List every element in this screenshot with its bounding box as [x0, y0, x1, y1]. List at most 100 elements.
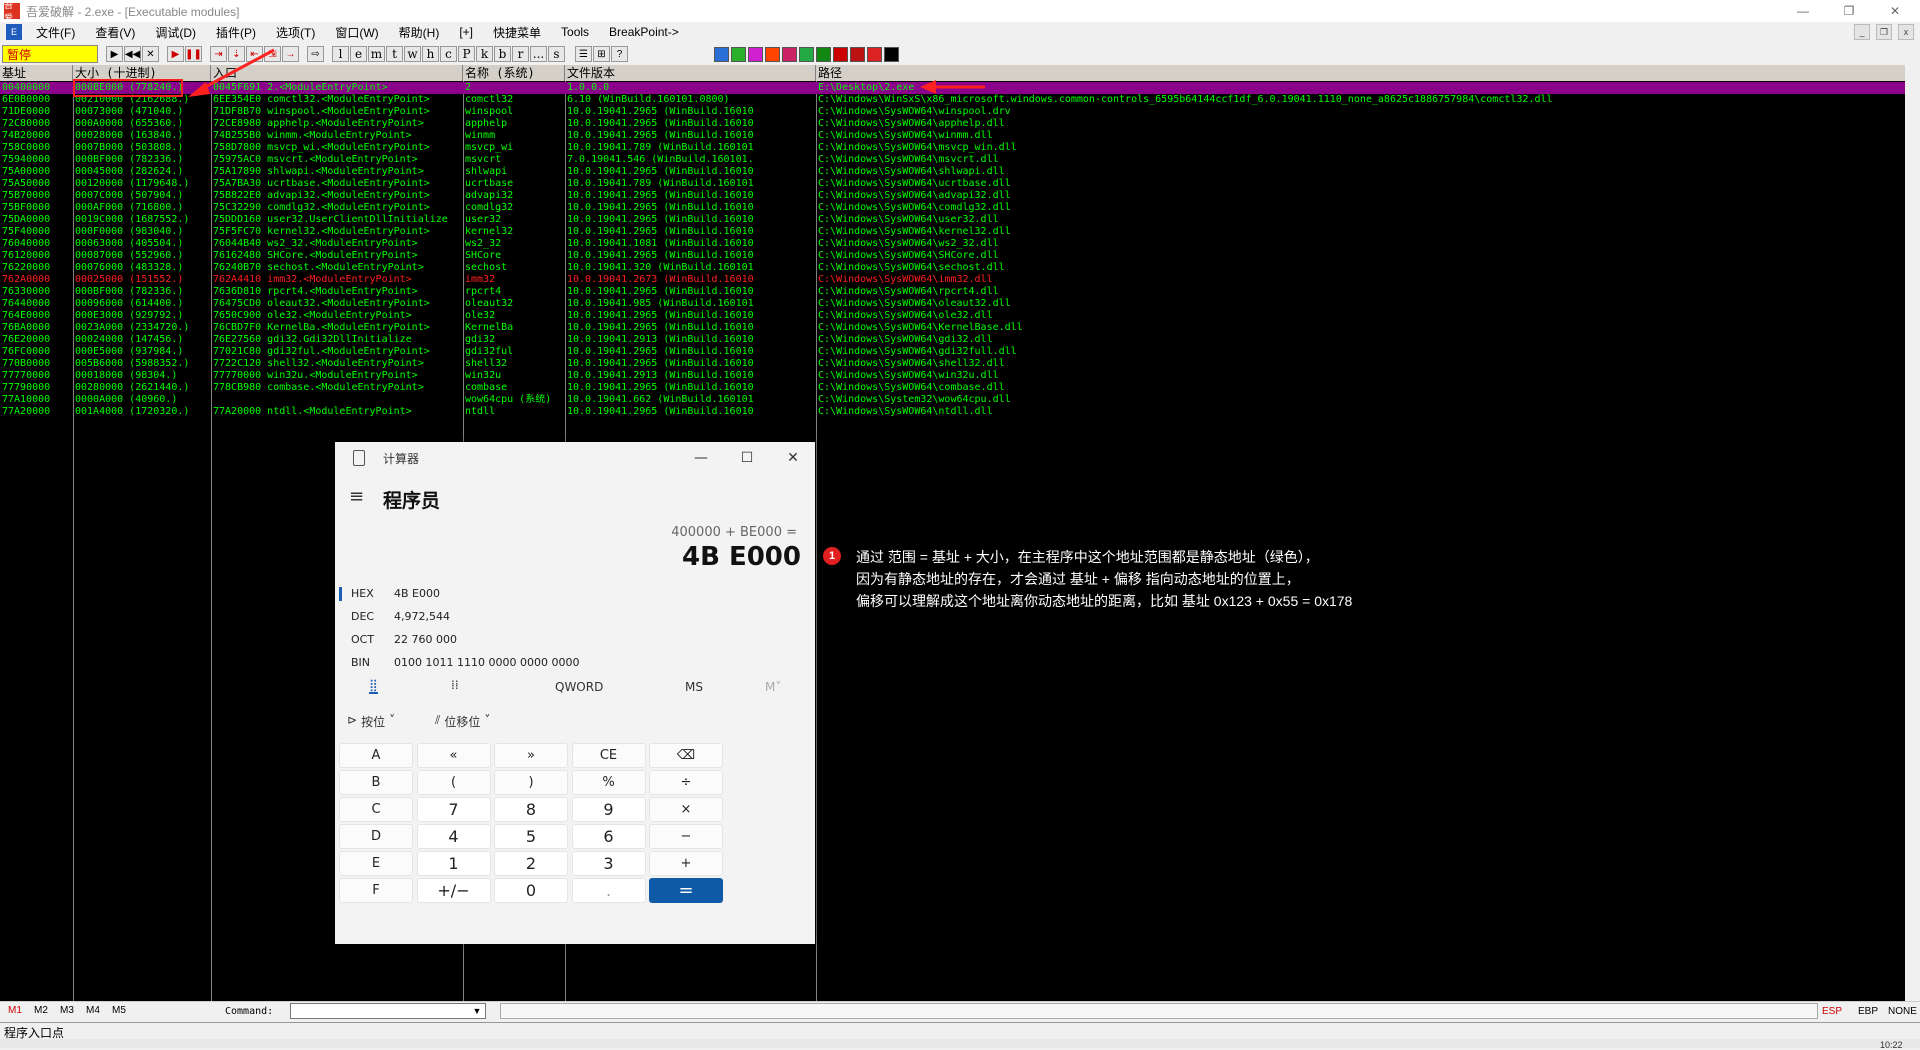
backspace-icon[interactable]: ⌫ — [649, 743, 723, 768]
module-row[interactable]: 77A20000 001A4000 (1720320.) 77A20000 ntdl… — [0, 406, 1905, 418]
radix-bin[interactable]: BIN 0100 1011 1110 0000 0000 0000 — [335, 656, 815, 678]
menu-breakpoint[interactable]: BreakPoint-> — [599, 25, 689, 39]
module-row[interactable]: 762A0000 00025000 (151552.) 762A4410 imm32… — [0, 274, 1905, 286]
bit-toggle-icon[interactable]: ⁞⁞ — [451, 678, 459, 692]
mdi-minimize-button[interactable]: _ — [1854, 24, 1870, 40]
percent-button[interactable]: % — [571, 770, 646, 795]
column-header-path[interactable]: 路径 — [816, 65, 1905, 81]
column-header-name[interactable]: 名称 (系统) — [463, 65, 565, 81]
radix-dec[interactable]: DEC 4,972,544 — [335, 610, 815, 632]
menu-options[interactable]: 选项(T) — [266, 24, 325, 41]
plugin-1-icon[interactable] — [714, 46, 729, 62]
module-row[interactable]: 75A50000 00120000 (1179648.) 75A7BA30 ucrt… — [0, 178, 1905, 190]
menu-plus[interactable]: [+] — [449, 25, 483, 39]
calc-minimize-button[interactable]: — — [681, 446, 721, 470]
module-row[interactable]: 75940000 000BF000 (782336.) 75975AC0 msvcr… — [0, 154, 1905, 166]
key-rotate-left[interactable]: « — [416, 743, 491, 768]
register-esp[interactable]: ESP — [1822, 1006, 1842, 1017]
module-row[interactable]: 77770000 00018000 (98304.) 77770000 win32u… — [0, 370, 1905, 382]
digit-2[interactable]: 2 — [494, 851, 568, 876]
plugin-9-icon[interactable] — [850, 46, 865, 62]
module-row[interactable]: 76040000 00063000 (405504.) 76044B40 ws2_3… — [0, 238, 1905, 250]
digit-8[interactable]: 8 — [494, 797, 568, 822]
key-c[interactable]: C — [339, 797, 413, 822]
negate-button[interactable]: +/− — [416, 878, 491, 903]
key-b[interactable]: B — [339, 770, 413, 795]
menu-help[interactable]: 帮助(H) — [389, 24, 450, 41]
references-button[interactable]: r — [512, 46, 529, 62]
add-button[interactable]: + — [649, 851, 723, 876]
digit-1[interactable]: 1 — [416, 851, 491, 876]
key-f[interactable]: F — [339, 878, 413, 903]
threads-button[interactable]: t — [386, 46, 403, 62]
menu-tools[interactable]: Tools — [551, 25, 599, 39]
close-debug-icon[interactable]: ✕ — [142, 46, 159, 62]
command-input[interactable] — [290, 1003, 486, 1019]
windows-button[interactable]: w — [404, 46, 421, 62]
trace-over-icon[interactable]: ⇲ — [264, 46, 281, 62]
vertical-scrollbar[interactable] — [1905, 65, 1920, 1001]
key-a[interactable]: A — [339, 743, 413, 768]
module-row[interactable]: 76BA0000 0023A000 (2334720.) 76CBD7F0 Kern… — [0, 322, 1905, 334]
memory-tab-m5[interactable]: M5 — [112, 1005, 126, 1016]
register-ebp[interactable]: EBP — [1858, 1006, 1878, 1017]
memory-view-button[interactable]: M˅ — [765, 680, 781, 694]
module-row[interactable]: 76440000 00096000 (614400.) 76475CD0 oleau… — [0, 298, 1905, 310]
plugin-3-icon[interactable] — [748, 46, 763, 62]
register-none[interactable]: NONE — [1888, 1006, 1917, 1017]
column-header-entry[interactable]: 入口 — [211, 65, 463, 81]
mdi-close-button[interactable]: x — [1898, 24, 1914, 40]
trace-into-icon[interactable]: ⇤ — [246, 46, 263, 62]
breakpoints-button[interactable]: b — [494, 46, 511, 62]
handles-button[interactable]: h — [422, 46, 439, 62]
open-paren-button[interactable]: ( — [416, 770, 491, 795]
key-d[interactable]: D — [339, 824, 413, 849]
module-row[interactable]: 76FC0000 000E5000 (937984.) 77021C80 gdi32… — [0, 346, 1905, 358]
run-icon[interactable]: ▶ — [167, 46, 184, 62]
cpu-button[interactable]: c — [440, 46, 457, 62]
module-row[interactable]: 00400000 000BE000 (778240.) 0045F691 2.<Mo… — [0, 82, 1905, 94]
plugin-4-icon[interactable] — [765, 46, 780, 62]
plugin-11-icon[interactable] — [884, 46, 899, 62]
plugin-8-icon[interactable] — [833, 46, 848, 62]
module-row[interactable]: 75A00000 00045000 (282624.) 75A17890 shlwa… — [0, 166, 1905, 178]
mdi-app-icon[interactable]: E — [6, 24, 22, 40]
menu-window[interactable]: 窗口(W) — [325, 24, 388, 41]
restart-icon[interactable]: ◀◀ — [124, 46, 141, 62]
module-row[interactable]: 72C80000 000A0000 (655360.) 72CE8980 apphe… — [0, 118, 1905, 130]
module-row[interactable]: 76E20000 00024000 (147456.) 76E27560 gdi32… — [0, 334, 1905, 346]
module-row[interactable]: 758C0000 0007B000 (503808.) 758D7800 msvcp… — [0, 142, 1905, 154]
module-row[interactable]: 764E0000 000E3000 (929792.) 7650C900 ole32… — [0, 310, 1905, 322]
digit-4[interactable]: 4 — [416, 824, 491, 849]
module-row[interactable]: 77790000 00280000 (2621440.) 778CB980 comb… — [0, 382, 1905, 394]
step-into-icon[interactable]: ⇥ — [210, 46, 227, 62]
radix-oct[interactable]: OCT 22 760 000 — [335, 633, 815, 655]
column-header-base[interactable]: 基址 — [0, 65, 73, 81]
help-icon[interactable]: ? — [611, 46, 628, 62]
menu-plugins[interactable]: 插件(P) — [206, 24, 266, 41]
run-trace-button[interactable]: ... — [530, 46, 547, 62]
execute-till-return-icon[interactable]: → — [282, 46, 299, 62]
executable-modules-button[interactable]: e — [350, 46, 367, 62]
goto-icon[interactable]: ⇨ — [307, 46, 324, 62]
list-view-icon[interactable]: ☰ — [575, 46, 592, 62]
hamburger-menu-icon[interactable]: ≡ — [349, 486, 364, 507]
module-row[interactable]: 74B20000 00028000 (163840.) 74B255B0 winmm… — [0, 130, 1905, 142]
decimal-button[interactable]: . — [571, 878, 646, 903]
source-button[interactable]: s — [548, 46, 565, 62]
menu-shortcuts[interactable]: 快捷菜单 — [483, 24, 551, 41]
calc-maximize-button[interactable]: ☐ — [727, 446, 767, 470]
module-row[interactable]: 76220000 00076000 (483328.) 76240B70 secho… — [0, 262, 1905, 274]
menu-file[interactable]: 文件(F) — [26, 24, 85, 41]
column-header-version[interactable]: 文件版本 — [565, 65, 816, 81]
maximize-button[interactable]: ❐ — [1826, 0, 1872, 22]
module-row[interactable]: 6E0B0000 00210000 (2162688.) 6EE354E0 comc… — [0, 94, 1905, 106]
plugin-5-icon[interactable] — [782, 46, 797, 62]
radix-hex[interactable]: HEX 4B E000 — [335, 587, 815, 609]
digit-0[interactable]: 0 — [494, 878, 568, 903]
close-button[interactable]: ✕ — [1872, 0, 1918, 22]
open-icon[interactable]: ▶ — [106, 46, 123, 62]
grid-view-icon[interactable]: ⊞ — [593, 46, 610, 62]
plugin-2-icon[interactable] — [731, 46, 746, 62]
digit-5[interactable]: 5 — [494, 824, 568, 849]
